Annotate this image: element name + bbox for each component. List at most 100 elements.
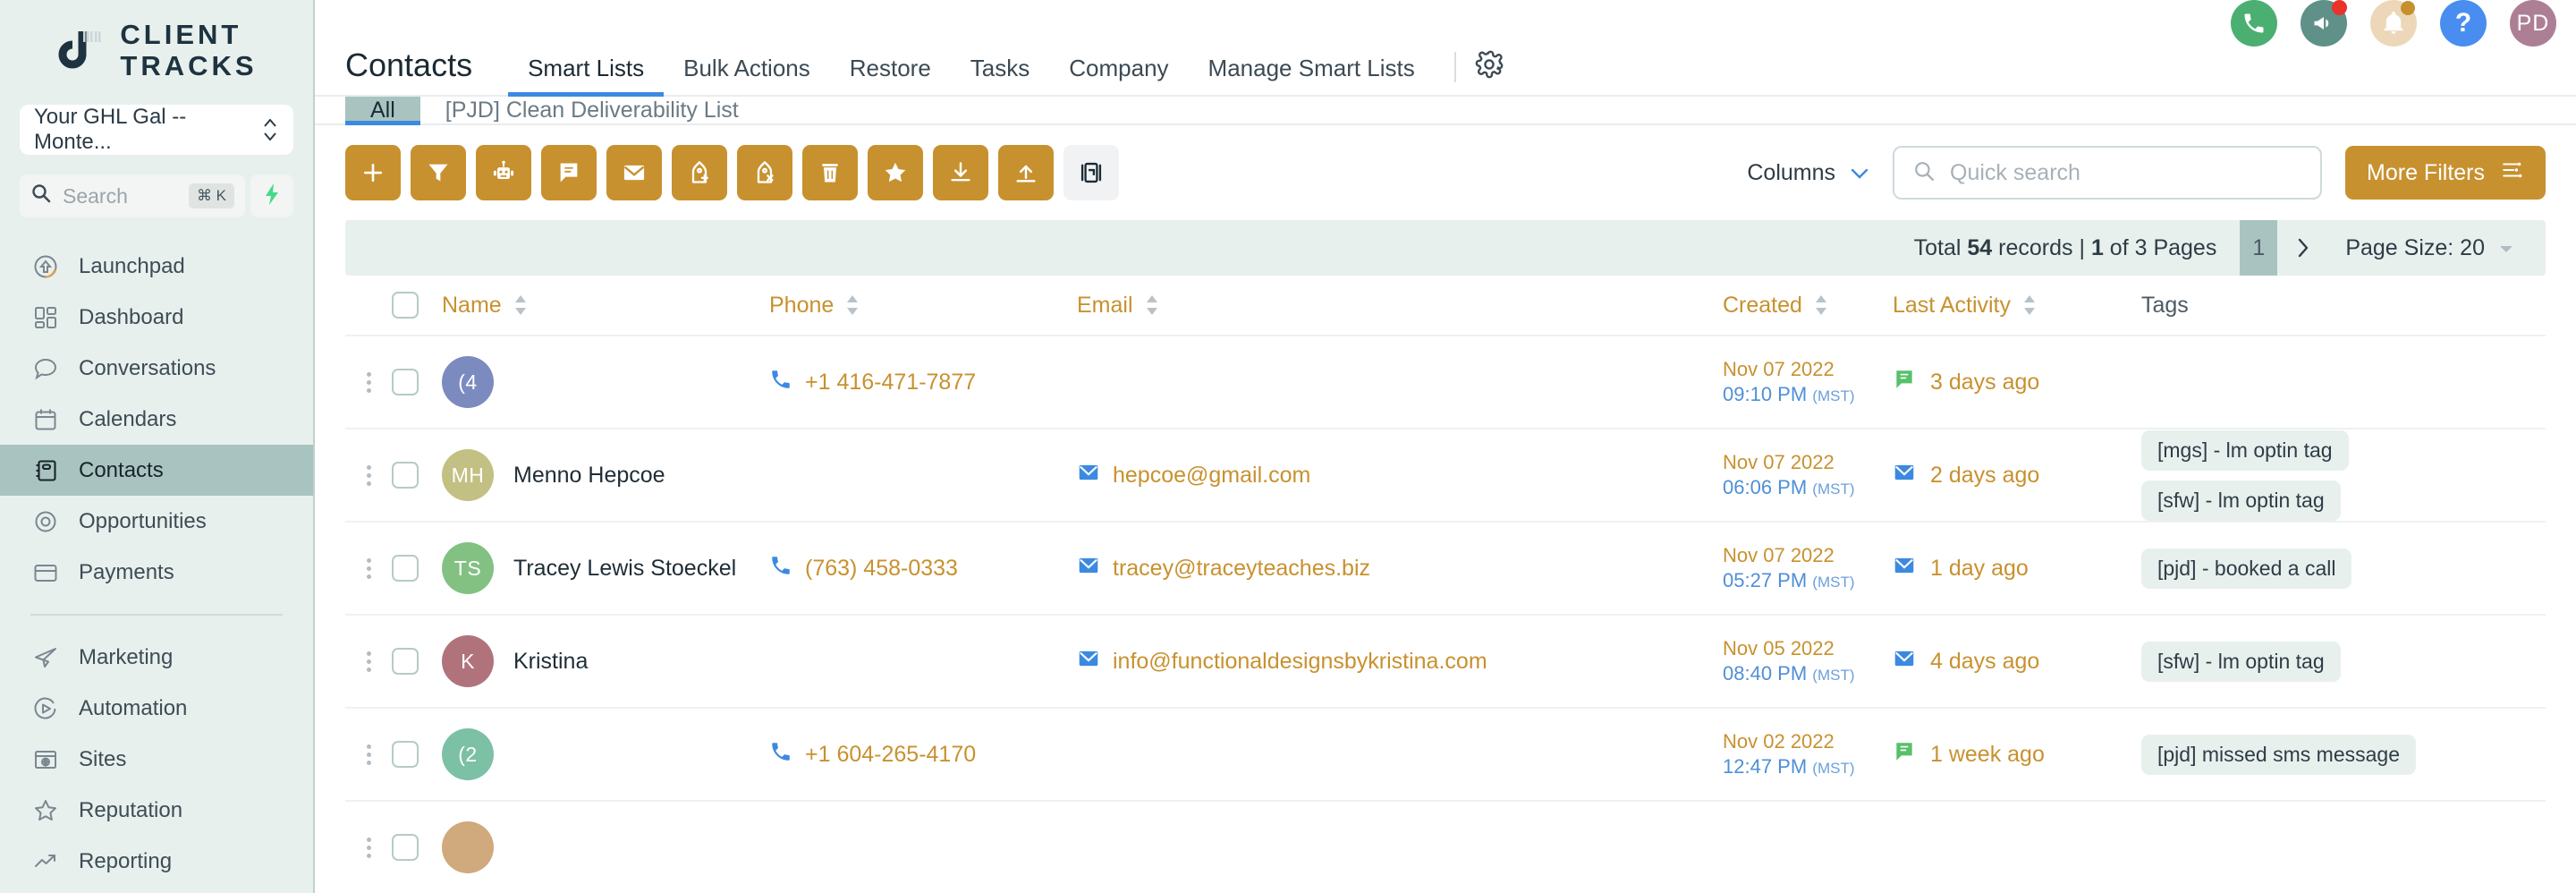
send-sms-button[interactable] — [541, 145, 597, 200]
contact-tag[interactable]: [pjd] missed sms message — [2141, 734, 2416, 775]
contact-phone[interactable]: (763) 458-0333 — [805, 556, 958, 582]
notifications-bell-icon-button[interactable] — [2370, 0, 2417, 47]
phone-call-icon-button[interactable] — [2231, 0, 2277, 47]
delete-button[interactable] — [802, 145, 858, 200]
table-row[interactable] — [345, 800, 2546, 893]
contact-tag[interactable]: [sfw] - lm optin tag — [2141, 480, 2341, 521]
row-drag-handle[interactable] — [345, 557, 392, 579]
header-phone[interactable]: Phone — [769, 293, 1077, 319]
search-input[interactable]: Search ⌘ K — [20, 174, 245, 218]
merge-contacts-button[interactable] — [1063, 145, 1119, 200]
subtab-all[interactable]: All — [345, 97, 420, 125]
contact-name-cell[interactable]: TS Tracey Lewis Stoeckel — [442, 542, 769, 594]
columns-button[interactable]: Columns — [1747, 160, 1869, 186]
add-to-automation-button[interactable] — [476, 145, 531, 200]
contact-email[interactable]: tracey@traceyteaches.biz — [1113, 556, 1370, 582]
contact-email[interactable]: hepcoe@gmail.com — [1113, 463, 1310, 489]
contact-email[interactable]: info@functionaldesignsbykristina.com — [1113, 649, 1487, 675]
page-size-selector[interactable]: Page Size: 20 — [2345, 235, 2515, 261]
header-name[interactable]: Name — [442, 293, 769, 319]
table-row[interactable]: (4 +1 416-471-7877 Nov 07 2022 09:10 PM (MS… — [345, 335, 2546, 428]
row-checkbox[interactable] — [392, 555, 419, 582]
table-row[interactable]: (2 +1 604-265-4170 Nov 02 2022 12:47 PM (MS… — [345, 707, 2546, 800]
sidebar-item-opportunities[interactable]: Opportunities — [0, 496, 313, 547]
page-number-button[interactable]: 1 — [2240, 220, 2278, 276]
sidebar-item-calendars[interactable]: Calendars — [0, 394, 313, 445]
table-row[interactable]: K Kristina info@functionaldesignsbykristin… — [345, 614, 2546, 707]
contact-phone-cell[interactable]: (763) 458-0333 — [769, 554, 1077, 583]
contact-email-cell[interactable]: hepcoe@gmail.com — [1077, 461, 1723, 490]
row-checkbox[interactable] — [392, 648, 419, 675]
chevron-right-icon[interactable] — [2277, 220, 2329, 276]
account-selector[interactable]: Your GHL Gal -- Monte... — [20, 105, 293, 156]
row-drag-handle[interactable] — [345, 464, 392, 486]
gear-icon[interactable] — [1474, 49, 1504, 95]
table-row[interactable]: MH Menno Hepcoe hepcoe@gmail.com Nov 07 202… — [345, 428, 2546, 521]
brand-logo[interactable]: CLIENT TRACKS — [0, 0, 313, 90]
sidebar-item-marketing[interactable]: Marketing — [0, 632, 313, 683]
tab-manage-smart-lists[interactable]: Manage Smart Lists — [1189, 55, 1435, 95]
header-email[interactable]: Email — [1077, 293, 1723, 319]
sidebar-item-contacts[interactable]: Contacts — [0, 445, 313, 497]
quick-search-box[interactable] — [1893, 146, 2323, 200]
contact-name-cell[interactable] — [442, 821, 769, 873]
row-drag-handle[interactable] — [345, 651, 392, 672]
contact-email-cell[interactable]: tracey@traceyteaches.biz — [1077, 554, 1723, 583]
sidebar-item-automation[interactable]: Automation — [0, 683, 313, 734]
contact-tag[interactable]: [mgs] - lm optin tag — [2141, 429, 2349, 471]
contact-phone-cell[interactable]: +1 416-471-7877 — [769, 368, 1077, 397]
send-email-button[interactable] — [606, 145, 662, 200]
star-outline-icon — [32, 797, 59, 824]
more-filters-button[interactable]: More Filters — [2345, 146, 2546, 200]
megaphone-icon-button[interactable] — [2301, 0, 2347, 47]
contact-name-cell[interactable]: K Kristina — [442, 635, 769, 687]
row-checkbox[interactable] — [392, 462, 419, 489]
sidebar-item-dashboard[interactable]: Dashboard — [0, 292, 313, 343]
row-checkbox[interactable] — [392, 369, 419, 395]
table-row[interactable]: TS Tracey Lewis Stoeckel (763) 458-0333 tra… — [345, 521, 2546, 614]
quick-actions-bolt-button[interactable] — [250, 174, 293, 218]
remove-tag-button[interactable] — [737, 145, 792, 200]
add-tag-button[interactable] — [672, 145, 727, 200]
import-button[interactable] — [933, 145, 988, 200]
contact-phone[interactable]: +1 604-265-4170 — [805, 742, 976, 768]
row-drag-handle[interactable] — [345, 371, 392, 393]
contact-email-cell[interactable]: info@functionaldesignsbykristina.com — [1077, 647, 1723, 676]
row-drag-handle[interactable] — [345, 837, 392, 858]
sidebar-item-sites[interactable]: Sites — [0, 734, 313, 785]
tab-restore[interactable]: Restore — [830, 55, 951, 95]
last-activity-cell: 1 week ago — [1893, 740, 2134, 770]
help-question-icon-button[interactable]: ? — [2440, 0, 2487, 47]
sidebar-item-conversations[interactable]: Conversations — [0, 343, 313, 394]
contact-tag[interactable]: [sfw] - lm optin tag — [2141, 641, 2341, 682]
subtab-clean-deliverability-list[interactable]: [PJD] Clean Deliverability List — [420, 97, 764, 123]
contact-name-cell[interactable]: (2 — [442, 728, 769, 780]
favorite-button[interactable] — [868, 145, 923, 200]
contacts-table: Name Phone Email Created Last Activity T… — [345, 276, 2546, 893]
tab-smart-lists[interactable]: Smart Lists — [508, 55, 665, 97]
header-created[interactable]: Created — [1723, 293, 1893, 319]
contact-tag[interactable]: [pjd] - booked a call — [2141, 548, 2352, 589]
avatar[interactable]: PD — [2510, 0, 2556, 47]
row-checkbox[interactable] — [392, 741, 419, 768]
select-all-checkbox[interactable] — [392, 292, 419, 319]
tab-tasks[interactable]: Tasks — [951, 55, 1049, 95]
sidebar-item-reporting[interactable]: Reporting — [0, 836, 313, 887]
contact-name-cell[interactable]: MH Menno Hepcoe — [442, 449, 769, 501]
sidebar-item-payments[interactable]: Payments — [0, 547, 313, 598]
header-last-activity[interactable]: Last Activity — [1893, 293, 2134, 319]
contact-name-cell[interactable]: (4 — [442, 356, 769, 408]
contact-phone[interactable]: +1 416-471-7877 — [805, 370, 976, 395]
quick-search-input[interactable] — [1950, 159, 2303, 186]
created-timezone: (MST) — [1812, 667, 1855, 684]
tab-bulk-actions[interactable]: Bulk Actions — [664, 55, 830, 95]
add-contact-button[interactable] — [345, 145, 401, 200]
filter-button[interactable] — [411, 145, 466, 200]
tab-company[interactable]: Company — [1049, 55, 1188, 95]
sidebar-item-launchpad[interactable]: Launchpad — [0, 241, 313, 292]
row-checkbox[interactable] — [392, 834, 419, 861]
row-drag-handle[interactable] — [345, 744, 392, 765]
sidebar-item-reputation[interactable]: Reputation — [0, 785, 313, 836]
contact-phone-cell[interactable]: +1 604-265-4170 — [769, 740, 1077, 770]
export-button[interactable] — [998, 145, 1054, 200]
